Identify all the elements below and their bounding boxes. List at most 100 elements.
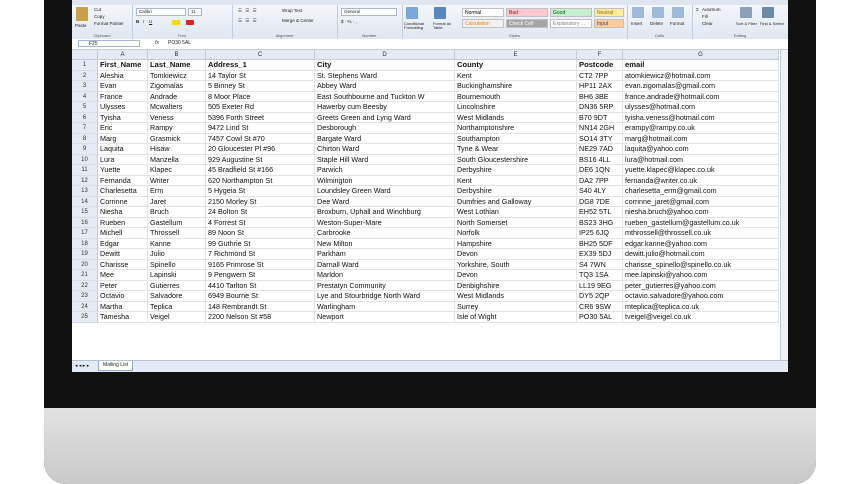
table-cell[interactable]: DA2 7PP [577,175,623,186]
table-cell[interactable]: charlesetta_erm@gmail.com [623,186,779,197]
column-header-f[interactable]: F [577,50,623,60]
cell-style-0[interactable]: Normal [462,8,504,17]
insert-button[interactable]: Insert [631,21,642,26]
column-title-cell[interactable]: County [455,60,577,71]
table-cell[interactable]: Hawerby cum Beesby [315,102,455,113]
table-cell[interactable]: 4410 Tarlton St [206,280,315,291]
table-cell[interactable]: Yuette [98,165,148,176]
table-cell[interactable]: Lincolnshire [455,102,577,113]
wrap-text-button[interactable]: Wrap Text [282,8,302,13]
table-cell[interactable]: Teplica [148,301,206,312]
table-cell[interactable]: Corrinne [98,196,148,207]
table-cell[interactable]: Parkham [315,249,455,260]
table-cell[interactable]: 7457 Cowl St #70 [206,133,315,144]
table-cell[interactable]: South Gloucestershire [455,154,577,165]
table-cell[interactable]: Bruch [148,207,206,218]
column-title-cell[interactable]: Postcode [577,60,623,71]
table-cell[interactable]: New Milton [315,238,455,249]
table-cell[interactable]: rueben_gastellum@gastellum.co.uk [623,217,779,228]
table-cell[interactable]: Gutierres [148,280,206,291]
table-cell[interactable]: Laquita [98,144,148,155]
row-header[interactable]: 21 [72,270,98,281]
table-cell[interactable]: 620 Northampton St [206,175,315,186]
table-cell[interactable]: North Somerset [455,217,577,228]
cell-style-4[interactable]: Calculation [462,19,504,28]
table-cell[interactable]: Lura [98,154,148,165]
cell-style-1[interactable]: Bad [506,8,548,17]
table-cell[interactable]: Gastellum [148,217,206,228]
table-cell[interactable]: yuette.klapec@klapec.co.uk [623,165,779,176]
table-cell[interactable]: Denbighshire [455,280,577,291]
column-title-cell[interactable]: Address_1 [206,60,315,71]
table-cell[interactable]: Devon [455,270,577,281]
table-cell[interactable]: NE29 7AD [577,144,623,155]
table-cell[interactable]: corrinne_jaret@gmail.com [623,196,779,207]
table-cell[interactable]: Fernanda [98,175,148,186]
number-format-icons[interactable]: $ · % · , [341,19,357,24]
format-painter-button[interactable]: Format Painter [94,21,124,26]
table-cell[interactable]: Lye and Stourbridge North Ward [315,291,455,302]
row-header[interactable]: 8 [72,133,98,144]
table-cell[interactable]: S40 4LY [577,186,623,197]
conditional-formatting-button[interactable]: Conditional Formatting [404,22,432,30]
row-header[interactable]: 10 [72,154,98,165]
table-cell[interactable]: 89 Noon St [206,228,315,239]
row-header[interactable]: 24 [72,301,98,312]
table-cell[interactable]: mthrossell@throssell.co.uk [623,228,779,239]
sheet-nav-icons[interactable]: ◂ ◂ ▸ ▸ [75,363,89,369]
table-cell[interactable]: atomkiewicz@hotmail.com [623,70,779,81]
table-cell[interactable]: Dumfries and Galloway [455,196,577,207]
align-top-icons[interactable]: ☰ ☰ ☰ [238,8,258,14]
table-cell[interactable]: Manzella [148,154,206,165]
row-header[interactable]: 5 [72,102,98,113]
table-cell[interactable]: Writer [148,175,206,186]
column-title-cell[interactable]: City [315,60,455,71]
table-cell[interactable]: West Midlands [455,291,577,302]
table-cell[interactable]: evan.zigomalas@gmail.com [623,81,779,92]
column-header-g[interactable]: G [623,50,779,60]
table-cell[interactable]: Tomkiewicz [148,70,206,81]
table-cell[interactable]: Northamptonshire [455,123,577,134]
table-cell[interactable]: Darnall Ward [315,259,455,270]
row-header[interactable]: 22 [72,280,98,291]
cell-style-5[interactable]: Check Cell [506,19,548,28]
table-cell[interactable]: tveigel@veigel.co.uk [623,312,779,323]
table-cell[interactable]: Lapinski [148,270,206,281]
sort-filter-button[interactable]: Sort & Filter [736,21,757,26]
table-cell[interactable]: CT2 7PP [577,70,623,81]
table-cell[interactable]: Mee [98,270,148,281]
table-cell[interactable]: Derbyshire [455,165,577,176]
find-select-button[interactable]: Find & Select [760,21,784,26]
table-cell[interactable]: Norfolk [455,228,577,239]
table-cell[interactable]: Tamesha [98,312,148,323]
table-cell[interactable]: Yorkshire, South [455,259,577,270]
underline-button[interactable]: U [149,19,152,24]
table-cell[interactable]: Parwich [315,165,455,176]
table-cell[interactable]: Warlingham [315,301,455,312]
table-cell[interactable]: 929 Augustine St [206,154,315,165]
table-cell[interactable]: HP11 2AX [577,81,623,92]
table-cell[interactable]: Salvadore [148,291,206,302]
table-cell[interactable]: PO30 5AL [577,312,623,323]
autosum-button[interactable]: AutoSum [702,7,721,12]
table-cell[interactable]: BS23 3HG [577,217,623,228]
table-cell[interactable]: Michell [98,228,148,239]
table-cell[interactable]: Broxburn, Uphall and Winchburg [315,207,455,218]
table-cell[interactable]: Staple Hill Ward [315,154,455,165]
table-cell[interactable]: 5 Binney St [206,81,315,92]
row-header[interactable]: 9 [72,144,98,155]
table-cell[interactable]: Dewitt [98,249,148,260]
table-cell[interactable]: Jaret [148,196,206,207]
table-cell[interactable]: Mcwalters [148,102,206,113]
table-cell[interactable]: EX39 5DJ [577,249,623,260]
delete-icon[interactable] [652,7,664,18]
table-cell[interactable]: Eric [98,123,148,134]
table-cell[interactable]: 20 Gloucester Pl #96 [206,144,315,155]
table-cell[interactable]: Weston-Super-Mare [315,217,455,228]
table-cell[interactable]: LL19 9EG [577,280,623,291]
table-cell[interactable]: East Southbourne and Tuckton W [315,91,455,102]
cell-style-2[interactable]: Good [550,8,592,17]
table-cell[interactable]: S4 7WN [577,259,623,270]
table-cell[interactable]: octavio.salvadore@yahoo.com [623,291,779,302]
table-cell[interactable]: mee.lapinski@yahoo.com [623,270,779,281]
